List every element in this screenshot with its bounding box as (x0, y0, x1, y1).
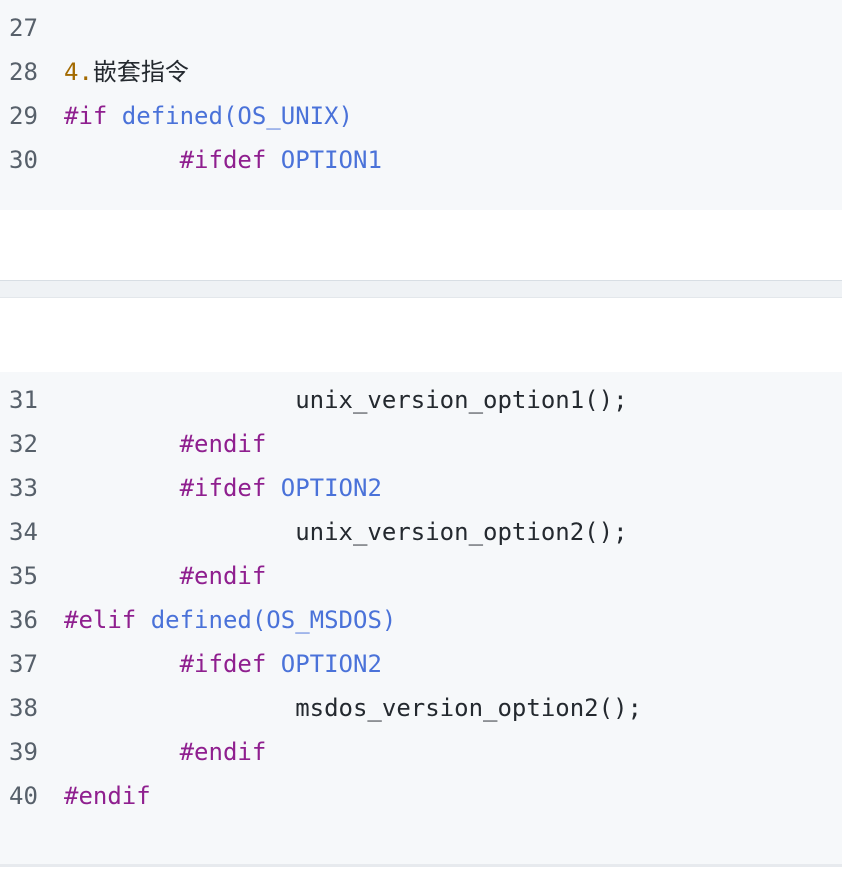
line-number: 30 (9, 146, 38, 174)
code-text: unix_version_option2(); (64, 510, 628, 554)
code-text: unix_version_option1(); (64, 378, 628, 422)
line-number: 28 (9, 58, 38, 86)
code-text: #if defined(OS_UNIX) (64, 94, 353, 138)
code-token: unix_version_option1(); (64, 386, 628, 414)
code-token: #endif (64, 782, 151, 810)
line-number: 34 (9, 518, 38, 546)
code-text: #endif (64, 554, 267, 598)
code-text: #endif (64, 730, 267, 774)
code-token: #ifdef (179, 146, 267, 174)
line-number: 33 (9, 474, 38, 502)
line-number: 31 (9, 386, 38, 414)
code-token: OPTION2 (266, 650, 382, 678)
code-token: #endif (179, 738, 267, 766)
code-token: #elif (64, 606, 137, 634)
code-token: msdos_version_option2(); (64, 694, 642, 722)
code-block-top: 27 28 4.嵌套指令 29 #if defined(OS_UNIX) 30 #ifde… (0, 0, 842, 210)
line-number: 36 (9, 606, 38, 634)
code-token: #ifdef (179, 474, 267, 502)
code-text: #endif (64, 422, 267, 466)
code-token: OPTION2 (266, 474, 382, 502)
line-number: 38 (9, 694, 38, 722)
line-number: 40 (9, 782, 38, 810)
code-text: 4.嵌套指令 (64, 50, 189, 94)
line-number: 27 (9, 14, 38, 42)
code-token: defined(OS_UNIX) (107, 102, 353, 130)
line-number: 37 (9, 650, 38, 678)
code-text: #endif (64, 774, 151, 818)
code-text: #elif defined(OS_MSDOS) (64, 598, 396, 642)
code-token: unix_version_option2(); (64, 518, 628, 546)
line-number: 39 (9, 738, 38, 766)
line-number: 32 (9, 430, 38, 458)
horizontal-scrollbar-track[interactable] (0, 280, 842, 298)
code-token: #ifdef (179, 650, 267, 678)
code-token: 嵌套指令 (92, 58, 189, 86)
divider (0, 864, 842, 867)
code-token: defined(OS_MSDOS) (136, 606, 397, 634)
code-text: #ifdef OPTION2 (64, 642, 382, 686)
code-token: #endif (179, 430, 267, 458)
code-token: #endif (179, 562, 267, 590)
line-number: 29 (9, 102, 38, 130)
code-token: 4. (64, 58, 93, 86)
code-text: msdos_version_option2(); (64, 686, 642, 730)
line-number: 35 (9, 562, 38, 590)
code-text: #ifdef OPTION2 (64, 466, 382, 510)
code-token: OPTION1 (266, 146, 382, 174)
code-text: #ifdef OPTION1 (64, 138, 382, 182)
code-token: #if (64, 102, 108, 130)
code-block-bottom: 31 unix_version_option1(); 32 #endif 33 #i… (0, 372, 842, 864)
